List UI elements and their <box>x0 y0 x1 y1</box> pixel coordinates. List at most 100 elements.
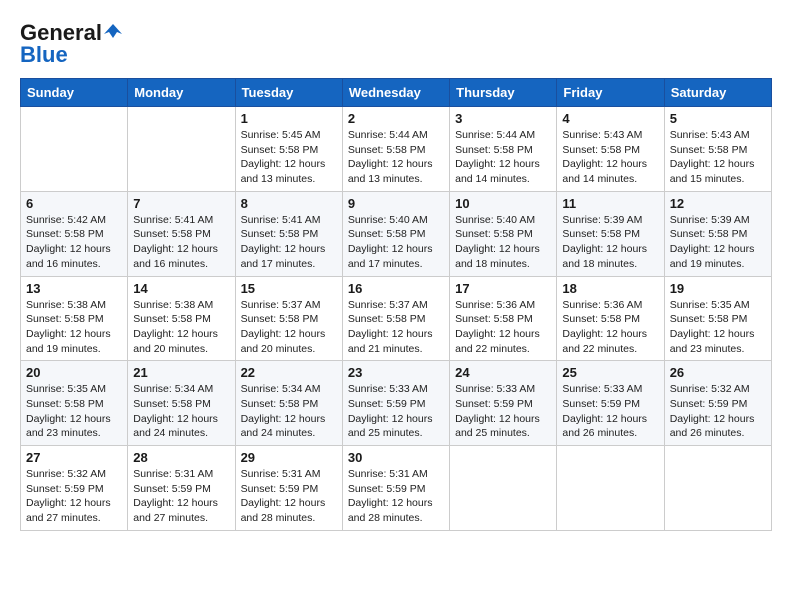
day-number: 21 <box>133 365 229 380</box>
day-number: 1 <box>241 111 337 126</box>
day-info: Sunrise: 5:34 AM Sunset: 5:58 PM Dayligh… <box>241 382 337 441</box>
day-info: Sunrise: 5:40 AM Sunset: 5:58 PM Dayligh… <box>455 213 551 272</box>
calendar-cell: 18Sunrise: 5:36 AM Sunset: 5:58 PM Dayli… <box>557 276 664 361</box>
weekday-header-wednesday: Wednesday <box>342 79 449 107</box>
day-info: Sunrise: 5:31 AM Sunset: 5:59 PM Dayligh… <box>133 467 229 526</box>
calendar-cell: 24 Sunrise: 5:33 AM Sunset: 5:59 PM Dayli… <box>450 361 557 446</box>
day-number: 27 <box>26 450 122 465</box>
day-number: 28 <box>133 450 229 465</box>
day-info: Sunrise: 5:33 AM Sunset: 5:59 PM Dayligh… <box>348 382 444 441</box>
day-number: 6 <box>26 196 122 211</box>
calendar-cell <box>664 446 771 531</box>
day-info: Sunrise: 5:41 AM Sunset: 5:58 PM Dayligh… <box>241 213 337 272</box>
week-row-4: 20 Sunrise: 5:35 AM Sunset: 5:58 PM Dayli… <box>21 361 772 446</box>
day-number: 30 <box>348 450 444 465</box>
day-info: Sunrise: 5:31 AM Sunset: 5:59 PM Dayligh… <box>348 467 444 526</box>
calendar-cell: 8 Sunrise: 5:41 AM Sunset: 5:58 PM Daylig… <box>235 191 342 276</box>
day-info: Sunrise: 5:35 AM Sunset: 5:58 PM Dayligh… <box>26 382 122 441</box>
calendar-cell: 15 Sunrise: 5:37 AM Sunset: 5:58 PM Dayli… <box>235 276 342 361</box>
calendar-cell: 12Sunrise: 5:39 AM Sunset: 5:58 PM Dayli… <box>664 191 771 276</box>
day-number: 19 <box>670 281 766 296</box>
day-info: Sunrise: 5:42 AM Sunset: 5:58 PM Dayligh… <box>26 213 122 272</box>
logo-blue-text: Blue <box>20 42 68 68</box>
calendar-cell: 27 Sunrise: 5:32 AM Sunset: 5:59 PM Dayli… <box>21 446 128 531</box>
day-info: Sunrise: 5:37 AM Sunset: 5:58 PM Dayligh… <box>241 298 337 357</box>
calendar-cell: 25Sunrise: 5:33 AM Sunset: 5:59 PM Dayli… <box>557 361 664 446</box>
day-info: Sunrise: 5:33 AM Sunset: 5:59 PM Dayligh… <box>455 382 551 441</box>
calendar-cell: 9Sunrise: 5:40 AM Sunset: 5:58 PM Daylig… <box>342 191 449 276</box>
day-info: Sunrise: 5:35 AM Sunset: 5:58 PM Dayligh… <box>670 298 766 357</box>
day-number: 16 <box>348 281 444 296</box>
header: General Blue <box>20 20 772 68</box>
day-number: 7 <box>133 196 229 211</box>
day-number: 14 <box>133 281 229 296</box>
day-info: Sunrise: 5:39 AM Sunset: 5:58 PM Dayligh… <box>562 213 658 272</box>
day-number: 26 <box>670 365 766 380</box>
calendar-cell <box>128 107 235 192</box>
calendar-cell: 17 Sunrise: 5:36 AM Sunset: 5:58 PM Dayli… <box>450 276 557 361</box>
calendar-cell: 14 Sunrise: 5:38 AM Sunset: 5:58 PM Dayli… <box>128 276 235 361</box>
day-info: Sunrise: 5:44 AM Sunset: 5:58 PM Dayligh… <box>348 128 444 187</box>
calendar-cell: 19 Sunrise: 5:35 AM Sunset: 5:58 PM Dayli… <box>664 276 771 361</box>
calendar-cell: 6 Sunrise: 5:42 AM Sunset: 5:58 PM Daylig… <box>21 191 128 276</box>
calendar: SundayMondayTuesdayWednesdayThursdayFrid… <box>20 78 772 531</box>
day-number: 24 <box>455 365 551 380</box>
calendar-cell: 23 Sunrise: 5:33 AM Sunset: 5:59 PM Dayli… <box>342 361 449 446</box>
day-info: Sunrise: 5:36 AM Sunset: 5:58 PM Dayligh… <box>455 298 551 357</box>
calendar-cell: 29Sunrise: 5:31 AM Sunset: 5:59 PM Dayli… <box>235 446 342 531</box>
logo: General Blue <box>20 20 122 68</box>
calendar-cell: 30 Sunrise: 5:31 AM Sunset: 5:59 PM Dayli… <box>342 446 449 531</box>
weekday-header-monday: Monday <box>128 79 235 107</box>
day-number: 9 <box>348 196 444 211</box>
day-number: 11 <box>562 196 658 211</box>
calendar-cell: 3 Sunrise: 5:44 AM Sunset: 5:58 PM Daylig… <box>450 107 557 192</box>
day-number: 17 <box>455 281 551 296</box>
weekday-header-thursday: Thursday <box>450 79 557 107</box>
week-row-5: 27 Sunrise: 5:32 AM Sunset: 5:59 PM Dayli… <box>21 446 772 531</box>
day-number: 20 <box>26 365 122 380</box>
day-number: 4 <box>562 111 658 126</box>
day-number: 23 <box>348 365 444 380</box>
week-row-3: 13 Sunrise: 5:38 AM Sunset: 5:58 PM Dayli… <box>21 276 772 361</box>
day-info: Sunrise: 5:45 AM Sunset: 5:58 PM Dayligh… <box>241 128 337 187</box>
calendar-cell <box>557 446 664 531</box>
day-info: Sunrise: 5:34 AM Sunset: 5:58 PM Dayligh… <box>133 382 229 441</box>
calendar-cell: 28 Sunrise: 5:31 AM Sunset: 5:59 PM Dayli… <box>128 446 235 531</box>
day-number: 22 <box>241 365 337 380</box>
weekday-header-saturday: Saturday <box>664 79 771 107</box>
day-info: Sunrise: 5:32 AM Sunset: 5:59 PM Dayligh… <box>670 382 766 441</box>
logo-bird-icon <box>104 22 122 40</box>
day-number: 18 <box>562 281 658 296</box>
day-info: Sunrise: 5:38 AM Sunset: 5:58 PM Dayligh… <box>133 298 229 357</box>
day-number: 10 <box>455 196 551 211</box>
weekday-header-sunday: Sunday <box>21 79 128 107</box>
calendar-cell: 21 Sunrise: 5:34 AM Sunset: 5:58 PM Dayli… <box>128 361 235 446</box>
day-info: Sunrise: 5:43 AM Sunset: 5:58 PM Dayligh… <box>562 128 658 187</box>
day-info: Sunrise: 5:44 AM Sunset: 5:58 PM Dayligh… <box>455 128 551 187</box>
calendar-cell: 10 Sunrise: 5:40 AM Sunset: 5:58 PM Dayli… <box>450 191 557 276</box>
day-number: 15 <box>241 281 337 296</box>
calendar-cell: 11 Sunrise: 5:39 AM Sunset: 5:58 PM Dayli… <box>557 191 664 276</box>
weekday-header-row: SundayMondayTuesdayWednesdayThursdayFrid… <box>21 79 772 107</box>
day-number: 5 <box>670 111 766 126</box>
calendar-cell: 2Sunrise: 5:44 AM Sunset: 5:58 PM Daylig… <box>342 107 449 192</box>
calendar-cell: 7 Sunrise: 5:41 AM Sunset: 5:58 PM Daylig… <box>128 191 235 276</box>
weekday-header-friday: Friday <box>557 79 664 107</box>
weekday-header-tuesday: Tuesday <box>235 79 342 107</box>
day-info: Sunrise: 5:38 AM Sunset: 5:58 PM Dayligh… <box>26 298 122 357</box>
calendar-cell: 4 Sunrise: 5:43 AM Sunset: 5:58 PM Daylig… <box>557 107 664 192</box>
day-info: Sunrise: 5:33 AM Sunset: 5:59 PM Dayligh… <box>562 382 658 441</box>
calendar-cell: 16 Sunrise: 5:37 AM Sunset: 5:58 PM Dayli… <box>342 276 449 361</box>
day-info: Sunrise: 5:37 AM Sunset: 5:58 PM Dayligh… <box>348 298 444 357</box>
day-number: 29 <box>241 450 337 465</box>
week-row-2: 6 Sunrise: 5:42 AM Sunset: 5:58 PM Daylig… <box>21 191 772 276</box>
day-number: 13 <box>26 281 122 296</box>
calendar-cell <box>21 107 128 192</box>
calendar-cell: 20 Sunrise: 5:35 AM Sunset: 5:58 PM Dayli… <box>21 361 128 446</box>
calendar-cell: 22 Sunrise: 5:34 AM Sunset: 5:58 PM Dayli… <box>235 361 342 446</box>
day-info: Sunrise: 5:32 AM Sunset: 5:59 PM Dayligh… <box>26 467 122 526</box>
day-number: 8 <box>241 196 337 211</box>
day-info: Sunrise: 5:43 AM Sunset: 5:58 PM Dayligh… <box>670 128 766 187</box>
day-info: Sunrise: 5:41 AM Sunset: 5:58 PM Dayligh… <box>133 213 229 272</box>
day-number: 3 <box>455 111 551 126</box>
